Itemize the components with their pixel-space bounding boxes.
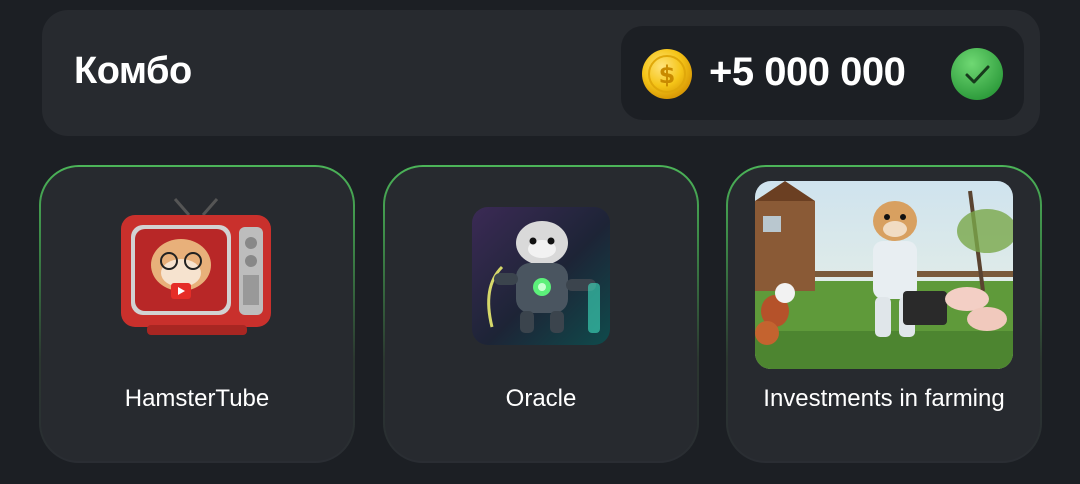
hamster-tv-image (117, 195, 277, 345)
hamster-farm-image (755, 181, 1013, 369)
combo-card-hamstertube[interactable]: HamsterTube (39, 165, 355, 463)
combo-title: Комбо (74, 50, 192, 92)
combo-card-oracle[interactable]: Oracle (383, 165, 699, 463)
coin-icon: $ (642, 49, 692, 99)
combo-header: Комбо $ +5 000 000 (42, 10, 1040, 136)
check-icon (951, 48, 1003, 100)
hamster-robot-image (472, 207, 610, 345)
card-label: HamsterTube (124, 385, 270, 412)
card-label: Investments in farming (763, 385, 1005, 412)
combo-screen: Комбо $ +5 000 000 HamsterTube Oracle In… (0, 0, 1080, 484)
combo-reward: $ +5 000 000 (621, 26, 1024, 120)
card-label: Oracle (505, 385, 577, 412)
combo-card-investments-in-farming[interactable]: Investments in farming (726, 165, 1042, 463)
svg-text:$: $ (659, 61, 676, 89)
reward-amount: +5 000 000 (709, 50, 906, 94)
